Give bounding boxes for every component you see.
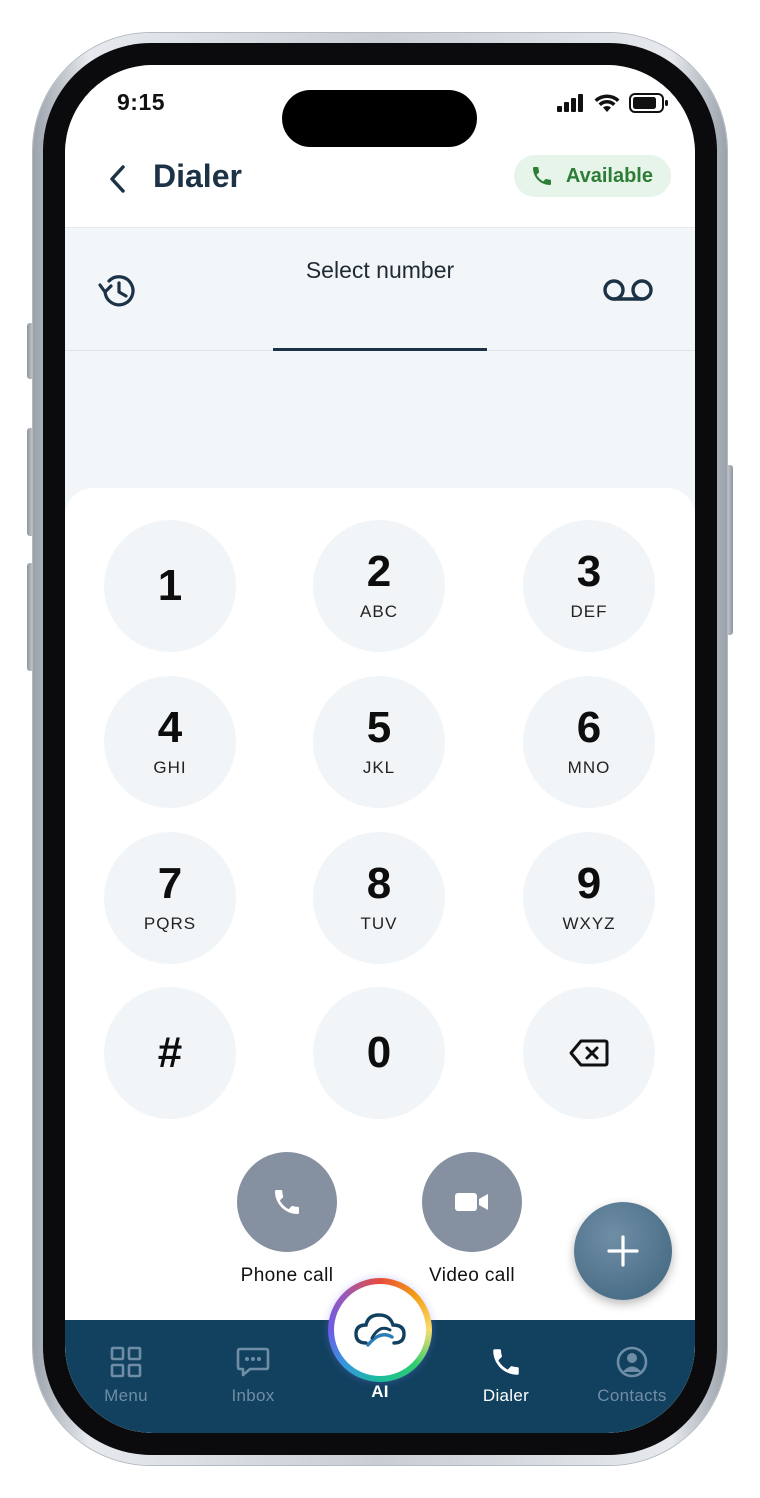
key-digit: # (157, 1028, 183, 1077)
nav-label: Menu (104, 1386, 148, 1405)
key-letters: PQRS (143, 914, 197, 933)
back-button[interactable] (97, 159, 137, 199)
battery-icon (629, 93, 668, 113)
page-title: Dialer (153, 158, 242, 194)
key-digit: 7 (157, 859, 183, 908)
key-letters: DEF (570, 602, 608, 621)
ai-button-inner (334, 1284, 426, 1376)
video-call-label: Video call (428, 1265, 516, 1286)
plus-icon (607, 1235, 639, 1267)
video-call-button[interactable] (422, 1152, 522, 1252)
key-2[interactable]: 2 ABC (313, 520, 445, 652)
phone-icon (488, 1344, 524, 1380)
phone-icon (275, 1190, 299, 1214)
cellular-signal-icon (557, 94, 583, 112)
backspace-icon (569, 1039, 609, 1067)
cloud-icon (354, 1313, 406, 1347)
voicemail-icon (603, 279, 653, 301)
chat-icon (235, 1344, 271, 1380)
wifi-icon (594, 93, 620, 112)
phone-call-button[interactable] (237, 1152, 337, 1252)
key-digit: 2 (366, 547, 392, 596)
key-8[interactable]: 8 TUV (313, 832, 445, 964)
nav-label: AI (371, 1382, 389, 1401)
phone-screen: 9:15 Dialer Available Select number 1 2 … (65, 65, 695, 1433)
key-digit: 4 (157, 703, 183, 752)
chevron-left-icon (110, 165, 125, 193)
key-hash[interactable]: # (104, 987, 236, 1119)
key-digit: 8 (366, 859, 392, 908)
availability-status-button[interactable]: Available (513, 155, 671, 197)
nav-item-dialer[interactable]: Dialer (451, 1320, 561, 1420)
key-4[interactable]: 4 GHI (104, 676, 236, 808)
availability-label: Available (565, 164, 653, 187)
nav-item-menu[interactable]: Menu (71, 1320, 181, 1420)
key-letters: GHI (153, 758, 187, 777)
phone-call-label: Phone call (240, 1265, 334, 1286)
add-button[interactable] (574, 1202, 672, 1300)
nav-label: Dialer (482, 1386, 530, 1405)
key-digit: 6 (576, 703, 602, 752)
key-letters: ABC (360, 602, 398, 621)
backspace-button[interactable] (523, 987, 655, 1119)
key-7[interactable]: 7 PQRS (104, 832, 236, 964)
video-camera-icon (455, 1193, 488, 1211)
nav-label: Contacts (597, 1386, 667, 1405)
nav-item-inbox[interactable]: Inbox (198, 1320, 308, 1420)
dynamic-island (282, 90, 477, 147)
key-digit: 1 (157, 561, 183, 610)
voicemail-button[interactable] (601, 274, 655, 306)
nav-label: Inbox (231, 1386, 275, 1405)
key-digit: 9 (576, 859, 602, 908)
key-digit: 0 (366, 1028, 392, 1077)
nav-item-contacts[interactable]: Contacts (577, 1320, 687, 1420)
key-digit: 5 (366, 703, 392, 752)
status-time: 9:15 (117, 89, 166, 115)
key-5[interactable]: 5 JKL (313, 676, 445, 808)
phone-icon (532, 167, 551, 185)
key-letters: JKL (362, 758, 396, 777)
number-bar: Select number (65, 227, 695, 351)
key-letters: WXYZ (562, 914, 616, 933)
select-number-tab[interactable]: Select number (273, 228, 487, 351)
status-bar: 9:15 (65, 65, 695, 155)
status-icons (557, 93, 669, 113)
key-6[interactable]: 6 MNO (523, 676, 655, 808)
key-9[interactable]: 9 WXYZ (523, 832, 655, 964)
select-number-label: Select number (305, 257, 455, 283)
header: Dialer Available (65, 155, 695, 227)
ai-button[interactable] (328, 1278, 432, 1382)
grid-icon (108, 1344, 144, 1380)
key-0[interactable]: 0 (313, 987, 445, 1119)
key-digit: 3 (576, 547, 602, 596)
key-1[interactable]: 1 (104, 520, 236, 652)
call-history-button[interactable] (95, 268, 141, 314)
key-letters: TUV (360, 914, 398, 933)
history-icon (98, 275, 135, 307)
person-icon (614, 1344, 650, 1380)
key-letters: MNO (567, 758, 611, 777)
key-3[interactable]: 3 DEF (523, 520, 655, 652)
